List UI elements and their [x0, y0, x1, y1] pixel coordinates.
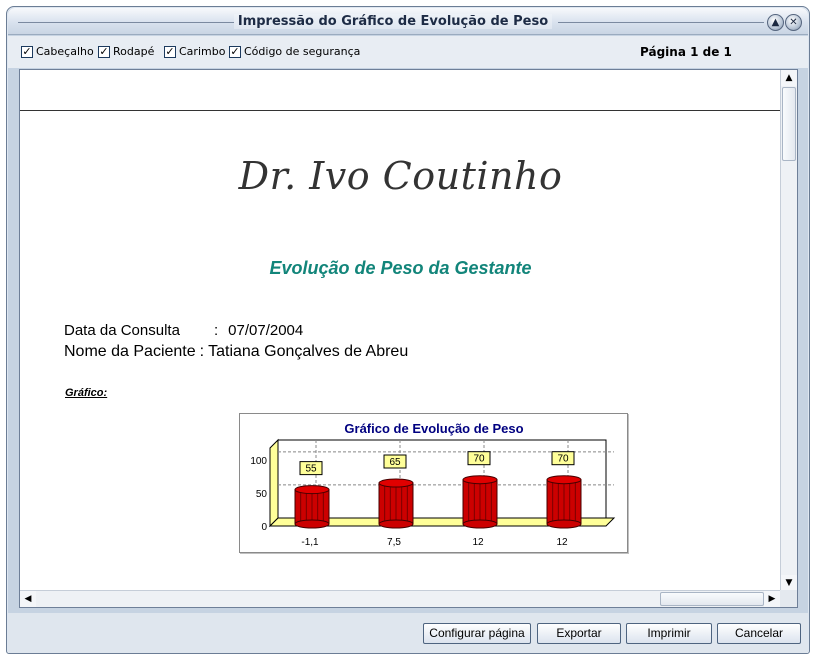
vertical-scroll-thumb[interactable]: [782, 87, 796, 161]
checkbox-icon[interactable]: ✓: [21, 45, 33, 58]
checkbox-label: Carimbo: [179, 45, 226, 58]
checkbox-label: Código de segurança: [244, 45, 361, 58]
checkbox-label: Cabeçalho: [36, 45, 94, 58]
horizontal-scroll-thumb[interactable]: [660, 592, 764, 606]
scrollbar-corner: [780, 590, 797, 607]
checkbox-icon[interactable]: ✓: [164, 45, 176, 58]
chart-title: Gráfico de Evolução de Peso: [344, 421, 523, 436]
checkbox-icon[interactable]: ✓: [229, 45, 241, 58]
x-tick-label: 7,5: [387, 537, 401, 548]
cancel-button[interactable]: Cancelar: [717, 623, 801, 644]
preview-viewport[interactable]: Dr. Ivo Coutinho Evolução de Peso da Ges…: [19, 69, 798, 608]
checkbox-codigo-seguranca[interactable]: ✓ Código de segurança: [229, 45, 360, 58]
y-tick-label: 50: [256, 489, 268, 500]
bar-top: [462, 475, 498, 485]
doctor-signature-heading: Dr. Ivo Coutinho: [238, 154, 563, 198]
bar-top: [294, 485, 330, 495]
data-label: 55: [305, 464, 317, 475]
title-bar: Impressão do Gráfico de Evolução de Peso…: [8, 8, 808, 35]
header-divider: [20, 110, 781, 111]
y-tick-label: 100: [250, 456, 267, 467]
print-preview-window: Impressão do Gráfico de Evolução de Peso…: [6, 6, 810, 654]
chart-left-wall: [269, 438, 279, 528]
patient-name-separator: :: [199, 343, 205, 360]
action-bar: Configurar página Exportar Imprimir Canc…: [8, 613, 808, 653]
document-title: Evolução de Peso da Gestante: [269, 258, 532, 278]
weight-chart: Gráfico de Evolução de Peso 0 50 100 55 -1,1 6…: [239, 413, 628, 553]
scroll-down-icon[interactable]: ▼: [781, 575, 797, 591]
eject-icon[interactable]: ▲: [767, 14, 784, 31]
bar-base: [546, 519, 582, 529]
x-tick-label: 12: [556, 537, 568, 548]
scroll-left-icon[interactable]: ◀: [20, 591, 36, 607]
weight-chart-svg: Gráfico de Evolução de Peso 0 50 100 55 -1,1 6…: [250, 421, 616, 548]
x-tick-label: -1,1: [301, 537, 319, 548]
consult-date-label: Data da Consulta: [64, 322, 180, 339]
checkbox-carimbo[interactable]: ✓ Carimbo: [164, 45, 225, 58]
export-button[interactable]: Exportar: [537, 623, 621, 644]
patient-name-row: Nome da Paciente: Tatiana Gonçalves de Ab…: [64, 343, 408, 361]
bar-base: [294, 519, 330, 529]
options-toolbar: ✓ Cabeçalho ✓ Rodapé ✓ Carimbo ✓ Código …: [8, 36, 808, 68]
patient-name-label: Nome da Paciente: [64, 343, 196, 360]
consult-date-value: 07/07/2004: [228, 322, 304, 339]
configure-page-button[interactable]: Configurar página: [423, 623, 531, 644]
vertical-scrollbar[interactable]: ▲ ▼: [780, 70, 797, 591]
close-icon[interactable]: ✕: [785, 14, 802, 31]
bar-top: [546, 475, 582, 485]
checkbox-rodape[interactable]: ✓ Rodapé: [98, 45, 154, 58]
scroll-up-icon[interactable]: ▲: [781, 70, 797, 86]
checkbox-icon[interactable]: ✓: [98, 45, 110, 58]
data-label: 70: [473, 454, 485, 465]
patient-name-value: Tatiana Gonçalves de Abreu: [208, 343, 409, 360]
horizontal-scrollbar[interactable]: ◀ ▶: [20, 590, 781, 607]
scroll-right-icon[interactable]: ▶: [764, 591, 780, 607]
bar-base: [462, 519, 498, 529]
y-tick-label: 0: [261, 522, 267, 533]
consult-date-separator: :: [214, 322, 219, 339]
data-label: 70: [557, 454, 569, 465]
checkbox-label: Rodapé: [113, 45, 155, 58]
chart-section-label: Gráfico:: [65, 387, 108, 399]
consult-date-row: Data da Consulta: 07/07/2004: [64, 322, 303, 339]
window-title: Impressão do Gráfico de Evolução de Peso: [8, 14, 778, 29]
checkbox-cabecalho[interactable]: ✓ Cabeçalho: [21, 45, 94, 58]
print-button[interactable]: Imprimir: [626, 623, 712, 644]
bar-base: [378, 519, 414, 529]
data-label: 65: [389, 457, 401, 468]
page-indicator: Página 1 de 1: [640, 45, 732, 59]
preview-page: Dr. Ivo Coutinho Evolução de Peso da Ges…: [20, 70, 781, 591]
x-tick-label: 12: [472, 537, 484, 548]
bar-top: [378, 478, 414, 488]
